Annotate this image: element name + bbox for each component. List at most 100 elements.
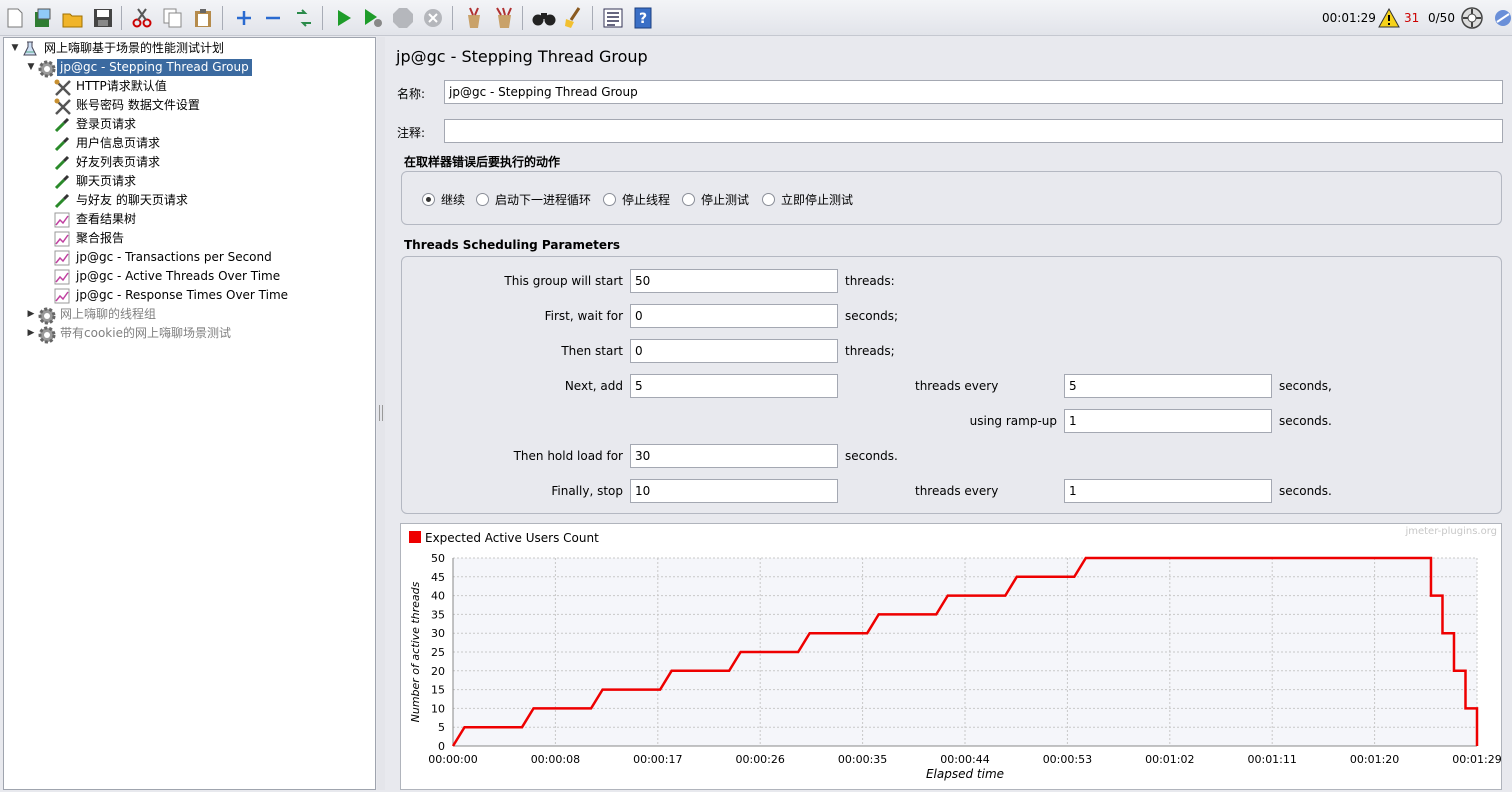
next-add-every-input[interactable]: 5 — [1064, 374, 1272, 398]
shutdown-icon[interactable] — [421, 6, 445, 30]
search-binoculars-icon[interactable] — [532, 6, 556, 30]
x-tick-label: 00:00:53 — [1043, 753, 1092, 766]
remote-status-icon — [1460, 6, 1484, 30]
radio-indicator[interactable] — [603, 193, 616, 206]
error-action-radio[interactable]: 立即停止测试 — [762, 191, 853, 208]
copy-icon[interactable] — [161, 6, 185, 30]
function-helper-icon[interactable] — [601, 6, 625, 30]
radio-indicator[interactable] — [762, 193, 775, 206]
tree-item-label: 好友列表页请求 — [76, 155, 161, 169]
x-tick-label: 00:00:35 — [838, 753, 887, 766]
clear-all-icon[interactable] — [492, 6, 516, 30]
sampler-pipette-icon — [54, 117, 70, 133]
then-start-unit: threads; — [845, 344, 895, 358]
tree-item[interactable]: 用户信息页请求 — [54, 134, 163, 153]
tree-item[interactable]: 网上嗨聊基于场景的性能测试计划 — [22, 39, 227, 58]
reset-search-icon[interactable] — [562, 6, 586, 30]
x-tick-label: 00:00:26 — [735, 753, 784, 766]
start-threads-input[interactable]: 50 — [630, 269, 838, 293]
tree-item[interactable]: jp@gc - Active Threads Over Time — [54, 267, 283, 286]
tree-item[interactable]: HTTP请求默认值 — [54, 77, 170, 96]
rampup-unit: seconds. — [1279, 414, 1332, 428]
tree-item[interactable]: 聚合报告 — [54, 229, 127, 248]
hold-input[interactable]: 30 — [630, 444, 838, 468]
x-tick-label: 00:00:00 — [428, 753, 477, 766]
error-action-radio[interactable]: 停止测试 — [682, 191, 749, 208]
expand-arrow-icon[interactable]: ▶ — [26, 328, 36, 338]
help-icon[interactable]: ? — [631, 6, 655, 30]
comment-field[interactable] — [444, 119, 1503, 143]
tree-item[interactable]: 查看结果树 — [54, 210, 139, 229]
tree-item[interactable]: 带有cookie的网上嗨聊场景测试 — [38, 324, 234, 343]
tree-item[interactable]: 网上嗨聊的线程组 — [38, 305, 159, 324]
test-plan-icon — [22, 41, 38, 57]
next-add-unit: seconds, — [1279, 379, 1332, 393]
x-tick-label: 00:00:17 — [633, 753, 682, 766]
then-start-input[interactable]: 0 — [630, 339, 838, 363]
start-unit: threads: — [845, 274, 895, 288]
stop-label: Finally, stop — [551, 484, 623, 498]
then-start-label: Then start — [561, 344, 623, 358]
expand-arrow-icon[interactable]: ▶ — [26, 309, 36, 319]
save-icon[interactable] — [91, 6, 115, 30]
next-add-input[interactable]: 5 — [630, 374, 838, 398]
legend-label: Expected Active Users Count — [425, 531, 599, 545]
tree-item[interactable]: 与好友 的聊天页请求 — [54, 191, 191, 210]
name-field[interactable]: jp@gc - Stepping Thread Group — [444, 80, 1503, 104]
listener-graph-icon — [54, 212, 70, 228]
tree-item[interactable]: 聊天页请求 — [54, 172, 139, 191]
stop-input[interactable]: 10 — [630, 479, 838, 503]
collapse-arrow-icon[interactable]: ▼ — [10, 43, 20, 53]
stop-mid-label: threads every — [915, 484, 999, 498]
next-add-label: Next, add — [564, 379, 623, 393]
warning-icon[interactable] — [1377, 6, 1401, 30]
radio-indicator[interactable] — [422, 193, 435, 206]
start-no-timers-icon[interactable] — [361, 6, 385, 30]
tree-item[interactable]: jp@gc - Transactions per Second — [54, 248, 275, 267]
y-tick-label: 20 — [431, 665, 445, 678]
watermark: jmeter-plugins.org — [1404, 526, 1497, 537]
tree-item[interactable]: 好友列表页请求 — [54, 153, 163, 172]
x-tick-label: 00:01:29 — [1452, 753, 1501, 766]
expand-all-icon[interactable] — [232, 6, 256, 30]
tree-item[interactable]: jp@gc - Response Times Over Time — [54, 286, 291, 305]
stop-every-input[interactable]: 1 — [1064, 479, 1272, 503]
split-pane-divider[interactable] — [377, 37, 385, 790]
cut-icon[interactable] — [130, 6, 154, 30]
radio-label: 停止测试 — [701, 193, 750, 207]
radio-indicator[interactable] — [476, 193, 489, 206]
test-plan-tree: ▼ 网上嗨聊基于场景的性能测试计划 ▼ jp@gc - Stepping Thread… — [3, 37, 376, 790]
panel-title: jp@gc - Stepping Thread Group — [396, 47, 648, 66]
new-icon[interactable] — [3, 6, 27, 30]
clear-icon[interactable] — [462, 6, 486, 30]
rampup-input[interactable]: 1 — [1064, 409, 1272, 433]
paste-icon[interactable] — [191, 6, 215, 30]
error-action-radio[interactable]: 停止线程 — [603, 191, 670, 208]
tree-item-label: jp@gc - Stepping Thread Group — [57, 59, 252, 76]
active-threads-status: 0/50 — [1428, 11, 1455, 25]
radio-label: 停止线程 — [622, 193, 671, 207]
collapse-arrow-icon[interactable]: ▼ — [26, 62, 36, 72]
start-icon[interactable] — [332, 6, 356, 30]
gear-icon — [38, 326, 56, 343]
wait-input[interactable]: 0 — [630, 304, 838, 328]
toggle-icon[interactable] — [292, 6, 316, 30]
tree-item[interactable]: 登录页请求 — [54, 115, 139, 134]
logger-icon[interactable] — [1491, 6, 1512, 30]
sampler-pipette-icon — [54, 155, 70, 171]
error-action-radio[interactable]: 继续 — [422, 191, 465, 208]
tree-item-label: 网上嗨聊基于场景的性能测试计划 — [44, 41, 225, 55]
error-count[interactable]: 31 — [1404, 11, 1419, 25]
templates-icon[interactable] — [31, 6, 55, 30]
stop-unit: seconds. — [1279, 484, 1332, 498]
gear-icon — [38, 60, 56, 77]
collapse-all-icon[interactable] — [261, 6, 285, 30]
y-tick-label: 35 — [431, 608, 445, 621]
tree-item[interactable]: 账号密码 数据文件设置 — [54, 96, 203, 115]
open-icon[interactable] — [61, 6, 85, 30]
radio-indicator[interactable] — [682, 193, 695, 206]
tree-item[interactable]: jp@gc - Stepping Thread Group — [38, 58, 252, 77]
error-action-radio[interactable]: 启动下一进程循环 — [476, 191, 591, 208]
stop-icon[interactable] — [391, 6, 415, 30]
main-toolbar: ? 00:01:29 31 0/50 — [0, 0, 1512, 36]
